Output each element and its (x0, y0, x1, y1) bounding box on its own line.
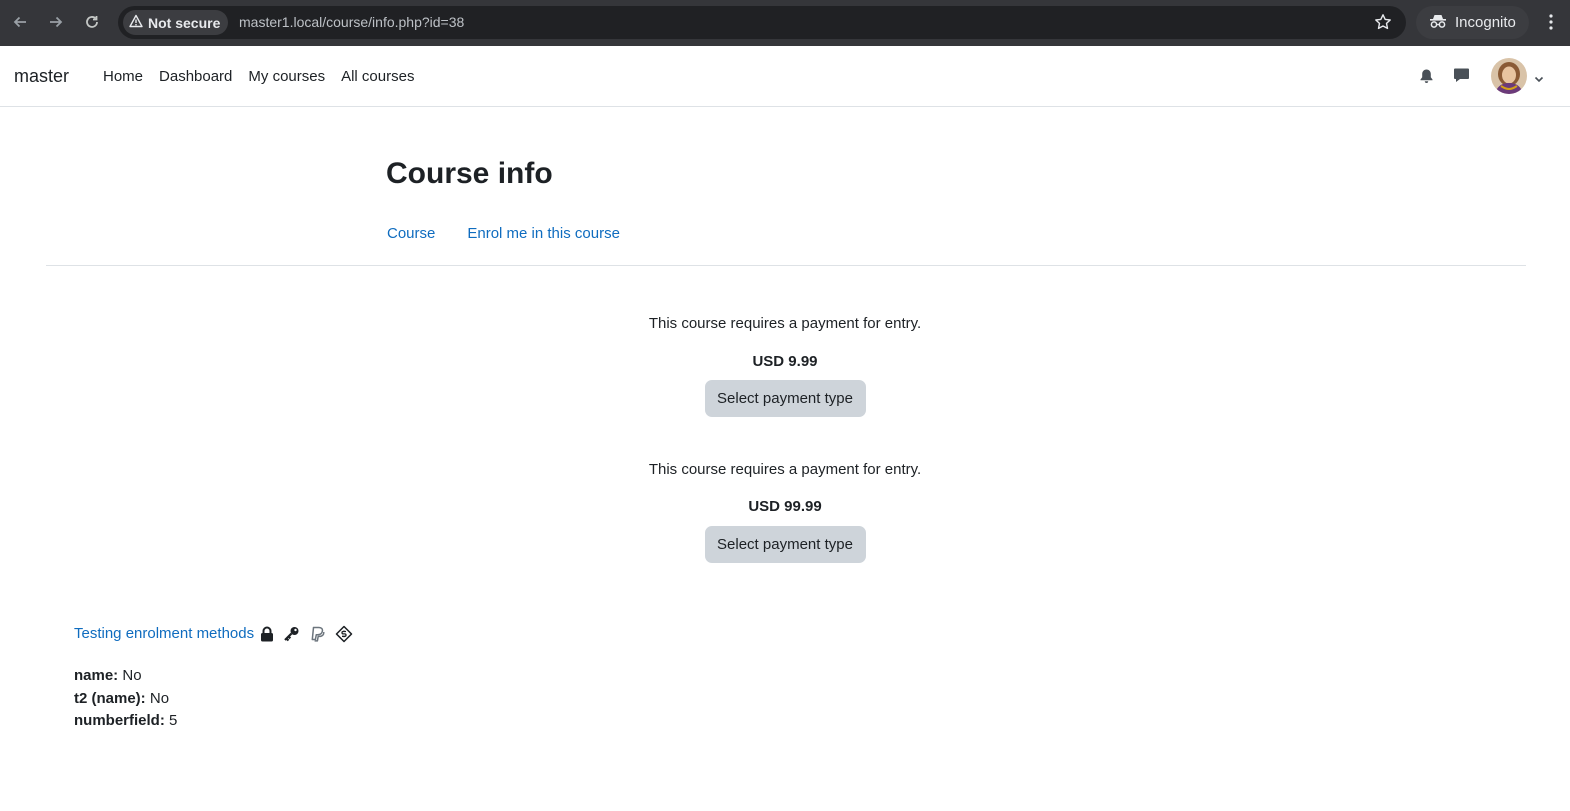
star-icon[interactable] (1374, 13, 1392, 36)
site-brand[interactable]: master (14, 66, 69, 87)
select-payment-type-button[interactable]: Select payment type (704, 526, 866, 563)
security-label: Not secure (148, 14, 221, 31)
back-arrow-icon[interactable] (9, 11, 31, 33)
custom-field-value: No (149, 689, 170, 707)
site-navbar: master Home Dashboard My courses All cou… (0, 46, 1570, 107)
select-payment-type-button[interactable]: Select payment type (704, 380, 866, 417)
url-text[interactable]: master1.local/course/info.php?id=38 (239, 14, 464, 30)
lock-icon (260, 626, 274, 647)
secondary-navigation: Course Enrol me in this course (387, 225, 620, 242)
message-icon[interactable] (1453, 67, 1470, 88)
custom-field-label: numberfield: (74, 712, 165, 729)
tab-course[interactable]: Course (387, 225, 435, 242)
page-title: Course info (386, 157, 553, 190)
primary-navigation: Home Dashboard My courses All courses (103, 68, 414, 85)
enrolment-icons (260, 625, 353, 648)
nav-item-home[interactable]: Home (103, 68, 143, 85)
course-custom-fields: name: No t2 (name): No numberfield: 5 (74, 665, 177, 733)
custom-field-label: name: (74, 667, 119, 684)
payment-ticket-icon (335, 625, 353, 648)
security-chip[interactable]: Not secure (123, 10, 229, 35)
chevron-down-icon[interactable] (1534, 71, 1544, 89)
address-bar[interactable]: Not secure master1.local/course/info.php… (118, 6, 1406, 39)
kebab-menu-icon[interactable] (1541, 11, 1561, 33)
key-icon (283, 626, 300, 647)
custom-field-row: numberfield: 5 (74, 710, 177, 733)
incognito-chip[interactable]: Incognito (1416, 6, 1529, 39)
payment-enrolment-2: This course requires a payment for entry… (0, 461, 1570, 563)
tab-enrol-me[interactable]: Enrol me in this course (467, 225, 620, 242)
nav-item-all-courses[interactable]: All courses (341, 68, 414, 85)
payment-enrolment-1: This course requires a payment for entry… (0, 315, 1570, 417)
custom-field-value: 5 (169, 712, 178, 729)
warning-icon (129, 14, 143, 31)
payment-required-text: This course requires a payment for entry… (648, 461, 922, 478)
payment-cost: USD 9.99 (752, 353, 818, 370)
paypal-icon (309, 626, 326, 648)
custom-field-value: No (122, 667, 142, 684)
bell-icon[interactable] (1419, 68, 1434, 89)
nav-item-dashboard[interactable]: Dashboard (159, 68, 232, 85)
incognito-icon (1429, 13, 1447, 33)
payment-cost: USD 99.99 (748, 498, 822, 515)
custom-field-label: t2 (name): (74, 689, 146, 707)
reload-icon[interactable] (81, 11, 103, 33)
browser-toolbar: Not secure master1.local/course/info.php… (0, 0, 1570, 46)
custom-field-row: t2 (name): No (74, 688, 177, 711)
nav-item-my-courses[interactable]: My courses (248, 68, 325, 85)
course-name-link[interactable]: Testing enrolment methods (74, 625, 254, 642)
payment-required-text: This course requires a payment for entry… (648, 315, 922, 332)
profile-label: Incognito (1455, 14, 1516, 31)
forward-arrow-icon[interactable] (45, 11, 67, 33)
custom-field-row: name: No (74, 665, 177, 688)
avatar[interactable] (1491, 58, 1527, 94)
header-divider (46, 265, 1526, 266)
